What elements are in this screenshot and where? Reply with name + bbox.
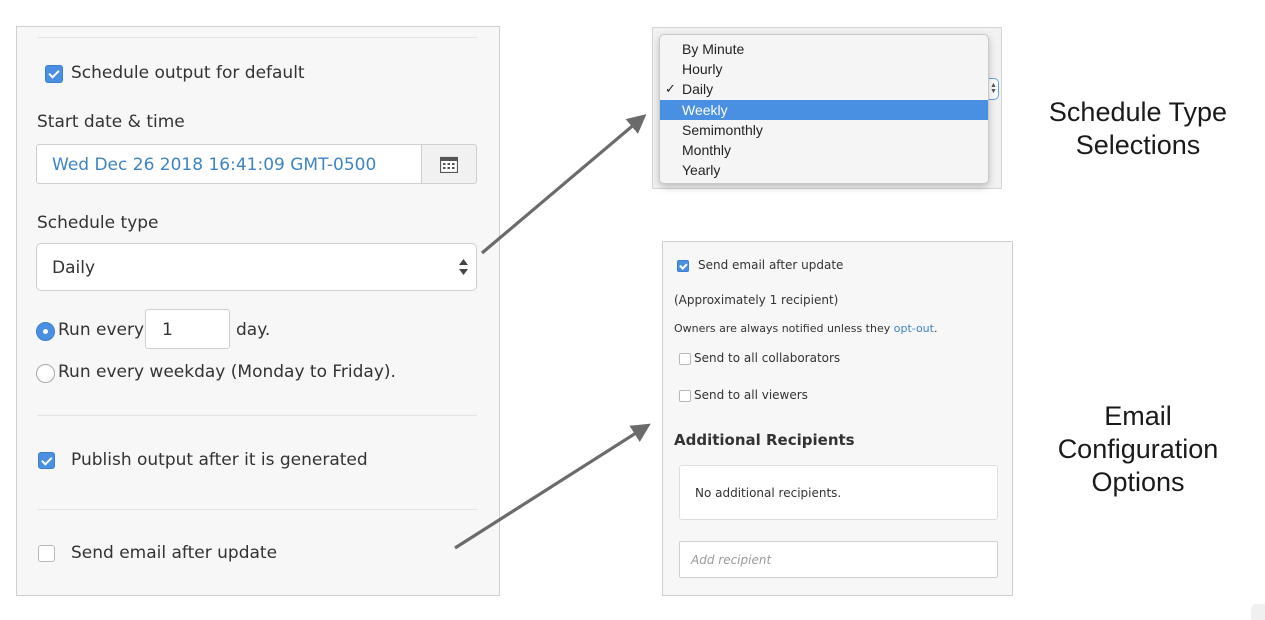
start-date-label: Start date & time xyxy=(37,112,185,132)
run-weekday-radio[interactable] xyxy=(36,364,55,383)
start-date-value: Wed Dec 26 2018 16:41:09 GMT-0500 xyxy=(52,155,377,175)
run-every-label: Run every xyxy=(58,320,145,340)
schedule-output-checkbox[interactable] xyxy=(45,65,63,83)
schedule-settings-panel: Schedule output for default Start date &… xyxy=(16,26,500,596)
schedule-output-label: Schedule output for default xyxy=(71,63,305,83)
schedule-type-value: Daily xyxy=(52,258,96,278)
publish-output-checkbox[interactable] xyxy=(38,452,55,469)
publish-output-label: Publish output after it is generated xyxy=(71,450,368,470)
checkmark-icon: ✓ xyxy=(665,81,676,97)
dropdown-option-weekly[interactable]: Weekly xyxy=(660,99,988,120)
select-arrows-icon: ▲ ▼ xyxy=(990,82,997,95)
add-recipient-placeholder: Add recipient xyxy=(691,553,772,567)
corner-tab xyxy=(1251,604,1265,620)
dropdown-option-yearly[interactable]: Yearly xyxy=(660,160,988,180)
schedule-type-select[interactable]: Daily xyxy=(36,243,477,291)
calendar-icon xyxy=(440,156,458,173)
dropdown-option-by-minute[interactable]: By Minute xyxy=(660,39,988,59)
schedule-type-select-edge[interactable]: ▲ ▼ xyxy=(989,78,999,100)
divider xyxy=(37,509,477,510)
arrow-to-schedule-types xyxy=(480,114,647,255)
additional-recipients-heading: Additional Recipients xyxy=(674,431,855,449)
send-email-checkbox[interactable] xyxy=(677,260,689,272)
email-configuration-panel: Send email after update (Approximately 1… xyxy=(662,241,1013,596)
send-email-checkbox[interactable] xyxy=(38,545,55,562)
no-recipients-text: No additional recipients. xyxy=(695,486,842,500)
opt-out-link[interactable]: opt-out xyxy=(894,322,934,335)
recipient-count: (Approximately 1 recipient) xyxy=(674,293,839,307)
dropdown-option-hourly[interactable]: Hourly xyxy=(660,59,988,79)
run-every-unit: day. xyxy=(236,320,271,340)
dropdown-option-daily[interactable]: ✓ Daily xyxy=(660,79,988,99)
add-recipient-input[interactable]: Add recipient xyxy=(679,541,998,578)
run-every-radio[interactable] xyxy=(36,322,55,341)
start-date-input[interactable]: Wed Dec 26 2018 16:41:09 GMT-0500 xyxy=(36,144,422,184)
viewers-label: Send to all viewers xyxy=(694,388,808,402)
schedule-type-caption: Schedule Type Selections xyxy=(1048,97,1228,160)
dropdown-option-monthly[interactable]: Monthly xyxy=(660,140,988,160)
run-weekday-label: Run every weekday (Monday to Friday). xyxy=(58,362,396,382)
owners-note: Owners are always notified unless they o… xyxy=(674,322,938,335)
dropdown-option-semimonthly[interactable]: Semimonthly xyxy=(660,120,988,140)
send-email-label: Send email after update xyxy=(71,543,278,563)
collaborators-label: Send to all collaborators xyxy=(694,351,841,365)
email-options-caption: Email Configuration Options xyxy=(1057,401,1219,497)
divider xyxy=(37,37,477,38)
run-every-interval-value: 1 xyxy=(162,320,173,340)
divider xyxy=(37,415,477,416)
run-every-interval-input[interactable]: 1 xyxy=(145,309,230,349)
calendar-button[interactable] xyxy=(421,144,477,184)
send-email-label: Send email after update xyxy=(698,258,844,272)
collaborators-checkbox[interactable] xyxy=(679,353,691,365)
recipient-list: No additional recipients. xyxy=(679,465,998,520)
schedule-type-dropdown: By Minute Hourly ✓ Daily Weekly Semimonth… xyxy=(659,34,989,184)
viewers-checkbox[interactable] xyxy=(679,390,691,402)
schedule-type-label: Schedule type xyxy=(37,213,159,233)
select-arrows-icon xyxy=(459,259,468,275)
